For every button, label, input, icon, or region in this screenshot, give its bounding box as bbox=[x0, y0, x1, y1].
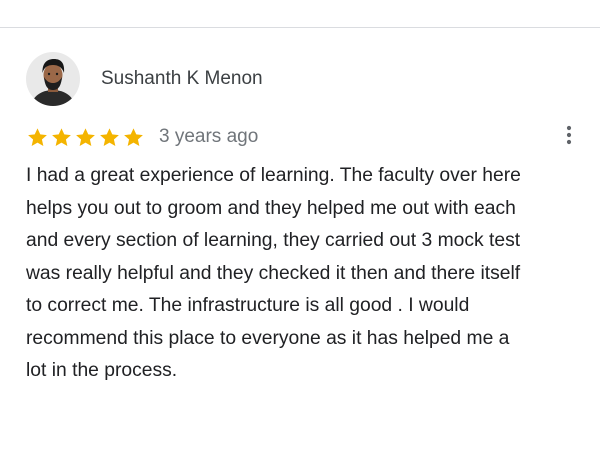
review-text: I had a great experience of learning. Th… bbox=[26, 160, 586, 388]
star-icon bbox=[76, 127, 95, 146]
review-text-line: and every section of learning, they carr… bbox=[26, 230, 521, 251]
review-text-line: was really helpful and they checked it t… bbox=[26, 262, 521, 284]
review-time: 3 years ago bbox=[159, 126, 259, 147]
review-text-line: to correct me. The infrastructure is all… bbox=[26, 295, 470, 316]
star-icon bbox=[52, 127, 71, 146]
more-vert-icon[interactable] bbox=[560, 123, 578, 147]
rating-row: 3 years ago bbox=[26, 124, 258, 150]
review-text-line: recommend this place to everyone as it h… bbox=[26, 327, 510, 349]
star-icon bbox=[100, 127, 119, 146]
review-text-line: lot in the process. bbox=[26, 360, 178, 381]
review-text-line: I had a great experience of learning. Th… bbox=[26, 165, 521, 186]
avatar-photo bbox=[26, 52, 80, 106]
review-text-line: helps you out to groom and they helped m… bbox=[26, 197, 516, 219]
author-name[interactable]: Sushanth K Menon bbox=[101, 68, 263, 90]
star-icon bbox=[28, 127, 47, 146]
avatar[interactable] bbox=[26, 52, 80, 106]
star-icon bbox=[124, 127, 143, 146]
star-rating bbox=[26, 126, 145, 149]
